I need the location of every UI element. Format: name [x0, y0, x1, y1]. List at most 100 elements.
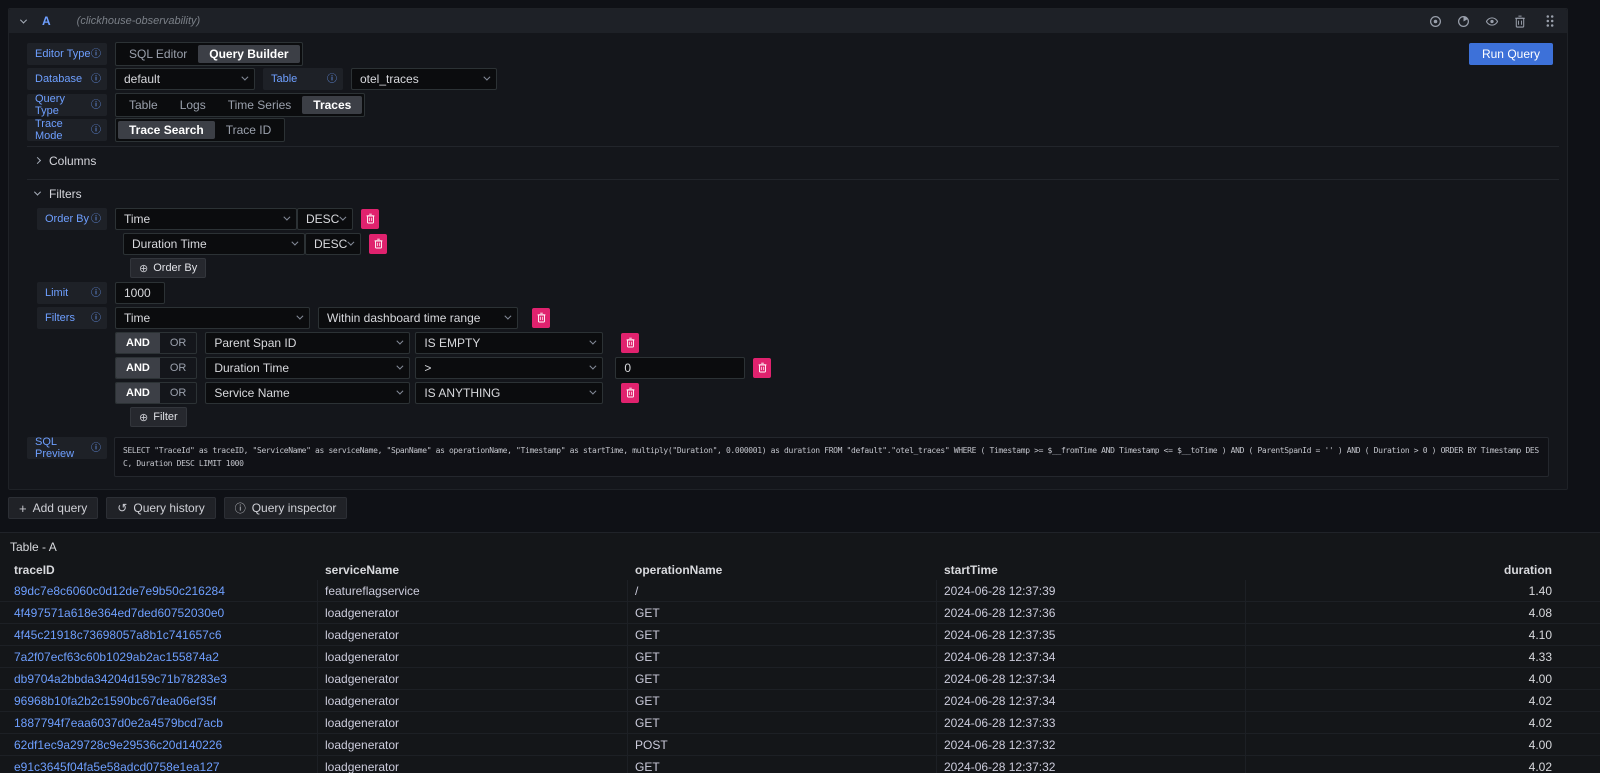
- or-option[interactable]: OR: [160, 358, 197, 378]
- trash-icon[interactable]: [1514, 15, 1526, 28]
- remove-filter-button[interactable]: [532, 308, 550, 328]
- filter-condition-row-2: AND OR Duration Time > 0: [37, 356, 1559, 379]
- add-order-by-button[interactable]: Order By: [130, 258, 206, 278]
- option-time-series[interactable]: Time Series: [217, 96, 303, 114]
- and-option[interactable]: AND: [116, 358, 160, 378]
- trace-id-link[interactable]: 7a2f07ecf63c60b1029ab2ac155874a2: [14, 650, 219, 664]
- order-by-field-select[interactable]: Duration Time: [123, 233, 305, 255]
- info-icon[interactable]: [91, 99, 101, 111]
- option-table[interactable]: Table: [118, 96, 169, 114]
- info-icon[interactable]: [91, 442, 101, 454]
- filter-value-input[interactable]: 0: [615, 357, 745, 379]
- option-sql-editor[interactable]: SQL Editor: [118, 45, 198, 63]
- plus-circle-icon: [139, 411, 148, 424]
- table-select[interactable]: otel_traces: [351, 68, 497, 90]
- add-order-by-row: Order By: [37, 257, 1559, 279]
- columns-section-header[interactable]: Columns: [27, 147, 1559, 174]
- info-icon[interactable]: [91, 48, 101, 60]
- column-header-duration[interactable]: duration: [1246, 559, 1600, 580]
- start-time-cell: 2024-06-28 12:37:36: [937, 602, 1246, 623]
- or-option[interactable]: OR: [160, 333, 197, 353]
- filter-operator-select[interactable]: >: [415, 357, 603, 379]
- editor-type-row: Editor Type SQL Editor Query Builder Run…: [27, 42, 1559, 65]
- query-history-button[interactable]: Query history: [106, 497, 215, 519]
- filter-condition-row-1: AND OR Parent Span ID IS EMPTY: [37, 331, 1559, 354]
- remove-order-by-button[interactable]: [369, 234, 387, 254]
- option-query-builder[interactable]: Query Builder: [198, 45, 299, 63]
- drag-handle-icon[interactable]: [1545, 14, 1555, 28]
- column-header-operationname[interactable]: operationName: [628, 559, 937, 580]
- table-row: e91c3645f04fa5e58adcd0758e1ea127 loadgen…: [0, 756, 1600, 773]
- filter-field-select[interactable]: Time: [115, 307, 310, 329]
- trace-id-link[interactable]: 4f497571a618e364ed7ded60752030e0: [14, 606, 224, 620]
- plus-circle-icon: [139, 262, 148, 275]
- trace-id-link[interactable]: 1887794f7eaa6037d0e2a4579bcd7acb: [14, 716, 223, 730]
- remove-filter-button[interactable]: [621, 383, 639, 403]
- trace-id-link[interactable]: 62df1ec9a29728c9e29536c20d140226: [14, 738, 222, 752]
- results-table-panel: Table - A traceID serviceName operationN…: [0, 532, 1600, 773]
- order-by-label: Order By: [37, 208, 107, 230]
- filters-section-header[interactable]: Filters: [27, 180, 1559, 207]
- start-time-cell: 2024-06-28 12:37:34: [937, 690, 1246, 711]
- column-header-servicename[interactable]: serviceName: [318, 559, 628, 580]
- operation-name-cell: GET: [628, 624, 937, 645]
- trace-mode-row: Trace Mode Trace Search Trace ID: [27, 118, 1559, 141]
- and-option[interactable]: AND: [116, 383, 160, 403]
- info-icon[interactable]: [91, 73, 101, 85]
- operation-name-cell: GET: [628, 668, 937, 689]
- remove-order-by-button[interactable]: [361, 209, 379, 229]
- trace-id-link[interactable]: 4f45c21918c73698057a8b1c741657c6: [14, 628, 222, 642]
- filter-field-select[interactable]: Service Name: [205, 382, 410, 404]
- add-query-button[interactable]: Add query: [8, 497, 98, 519]
- filter-field-select[interactable]: Duration Time: [205, 357, 410, 379]
- collapse-query-chevron-icon[interactable]: [20, 16, 27, 23]
- trace-id-link[interactable]: 96968b10fa2b2c1590bc67dea06ef35f: [14, 694, 216, 708]
- panel-title[interactable]: Table - A: [0, 533, 57, 559]
- info-icon[interactable]: [91, 312, 101, 324]
- add-filter-button[interactable]: Filter: [130, 407, 187, 427]
- query-inspector-button[interactable]: Query inspector: [224, 497, 348, 519]
- pie-chart-icon[interactable]: [1457, 15, 1470, 28]
- info-icon[interactable]: [91, 287, 101, 299]
- run-query-button[interactable]: Run Query: [1469, 43, 1553, 65]
- database-select[interactable]: default: [115, 68, 255, 90]
- option-trace-search[interactable]: Trace Search: [118, 121, 215, 139]
- filter-field-select[interactable]: Parent Span ID: [205, 332, 410, 354]
- info-icon[interactable]: [91, 124, 101, 136]
- order-by-direction-select[interactable]: DESC: [305, 233, 361, 255]
- start-time-cell: 2024-06-28 12:37:39: [937, 580, 1246, 601]
- order-by-direction-select[interactable]: DESC: [297, 208, 353, 230]
- start-time-cell: 2024-06-28 12:37:32: [937, 756, 1246, 773]
- filter-operator-select[interactable]: Within dashboard time range: [318, 307, 518, 329]
- eye-icon[interactable]: [1485, 15, 1499, 28]
- option-logs[interactable]: Logs: [169, 96, 217, 114]
- order-by-field-select[interactable]: Time: [115, 208, 297, 230]
- info-icon[interactable]: [327, 73, 337, 85]
- sql-preview-label: SQL Preview: [27, 437, 107, 459]
- column-header-starttime[interactable]: startTime: [937, 559, 1246, 580]
- option-traces[interactable]: Traces: [302, 96, 362, 114]
- record-icon[interactable]: [1429, 15, 1442, 28]
- filter-operator-select[interactable]: IS EMPTY: [415, 332, 603, 354]
- add-filter-row: Filter: [37, 406, 1559, 428]
- trace-id-link[interactable]: 89dc7e8c6060c0d12de7e9b50c216284: [14, 584, 225, 598]
- trace-id-link[interactable]: e91c3645f04fa5e58adcd0758e1ea127: [14, 760, 220, 773]
- remove-filter-button[interactable]: [621, 333, 639, 353]
- sql-preview-text: SELECT "TraceId" as traceID, "ServiceNam…: [114, 437, 1549, 477]
- limit-input[interactable]: 1000: [115, 282, 165, 304]
- option-trace-id[interactable]: Trace ID: [215, 121, 283, 139]
- duration-cell: 4.02: [1246, 756, 1600, 773]
- remove-filter-button[interactable]: [753, 358, 771, 378]
- filter-operator-select[interactable]: IS ANYTHING: [415, 382, 603, 404]
- info-icon[interactable]: [91, 213, 101, 225]
- column-header-traceid[interactable]: traceID: [0, 559, 318, 580]
- operation-name-cell: GET: [628, 646, 937, 667]
- or-option[interactable]: OR: [160, 383, 197, 403]
- and-option[interactable]: AND: [116, 333, 160, 353]
- trace-mode-switch: Trace Search Trace ID: [115, 118, 285, 142]
- trace-id-link[interactable]: db9704a2bbda34204d159c71b78283e3: [14, 672, 227, 686]
- query-type-row: Query Type Table Logs Time Series Traces: [27, 93, 1559, 116]
- table-row: 4f45c21918c73698057a8b1c741657c6 loadgen…: [0, 624, 1600, 646]
- database-label: Database: [27, 68, 107, 90]
- query-type-label: Query Type: [27, 94, 107, 116]
